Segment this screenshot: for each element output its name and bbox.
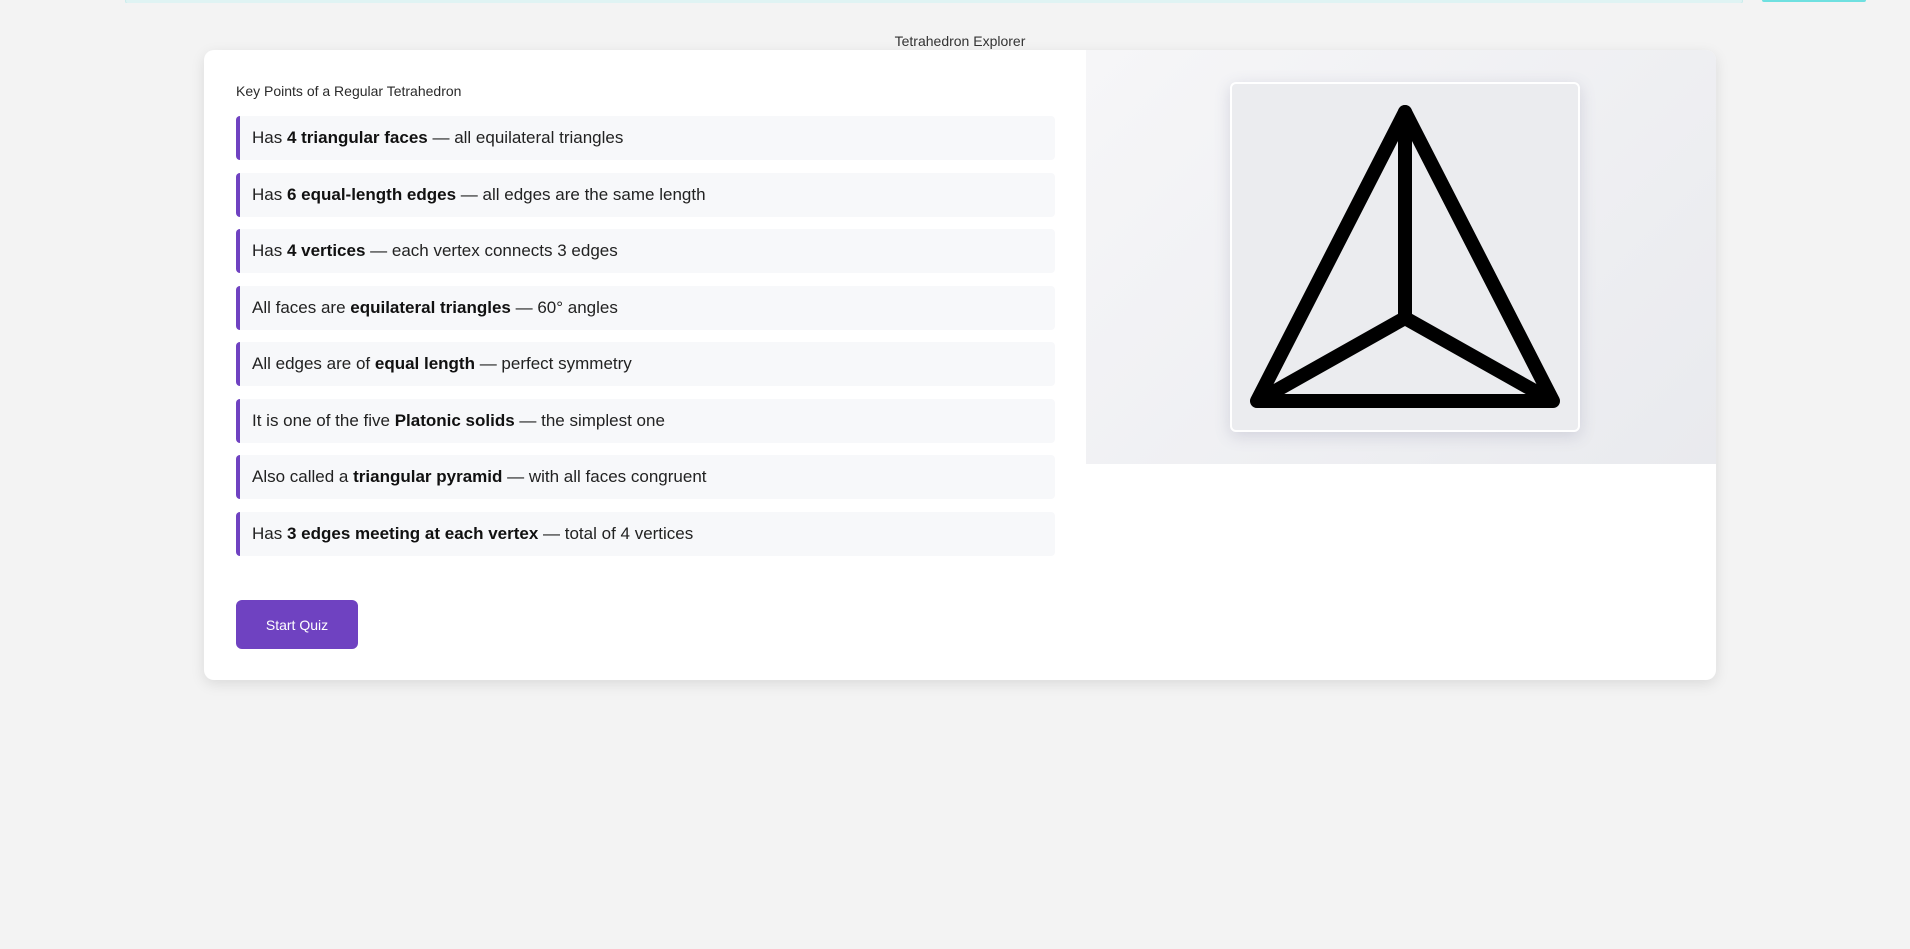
top-search-bar-edge: [125, 0, 1743, 3]
start-quiz-button[interactable]: Start Quiz: [236, 600, 358, 649]
main-card: Key Points of a Regular Tetrahedron Has …: [204, 50, 1716, 680]
key-point-text: Has 4 vertices — each vertex connects 3 …: [252, 241, 618, 260]
key-points-panel: Key Points of a Regular Tetrahedron Has …: [236, 82, 1055, 568]
top-edge-strip: [0, 0, 1910, 3]
tetrahedron-drawing: [1250, 105, 1560, 408]
key-point-text: It is one of the five Platonic solids — …: [252, 410, 665, 430]
key-point-5: All edges are of equal length — perfect …: [236, 342, 1055, 386]
key-point-4: All faces are equilateral triangles — 60…: [236, 285, 1055, 330]
section-title: Key Points of a Regular Tetrahedron: [236, 83, 462, 99]
key-point-1: Has 4 triangular faces — all equilateral…: [236, 116, 1055, 160]
top-button-edge: [1762, 0, 1866, 2]
key-point-text: All faces are equilateral triangles — 60…: [252, 297, 618, 317]
key-point-7: Also called a triangular pyramid — with …: [236, 455, 1055, 499]
key-point-text: Also called a triangular pyramid — with …: [252, 467, 707, 486]
key-point-6: It is one of the five Platonic solids — …: [236, 398, 1055, 443]
app-title: Tetrahedron Explorer: [894, 33, 1026, 49]
illustration-panel: [1086, 50, 1716, 464]
key-point-3: Has 4 vertices — each vertex connects 3 …: [236, 229, 1055, 273]
key-point-text: Has 4 triangular faces — all equilateral…: [252, 128, 624, 147]
key-point-8: Has 3 edges meeting at each vertex — tot…: [236, 511, 1055, 556]
key-point-text: All edges are of equal length — perfect …: [252, 354, 632, 373]
key-point-text: Has 6 equal-length edges — all edges are…: [252, 184, 706, 204]
key-point-text: Has 3 edges meeting at each vertex — tot…: [252, 523, 694, 543]
key-point-2: Has 6 equal-length edges — all edges are…: [236, 172, 1055, 217]
tetrahedron-image: [1230, 82, 1580, 432]
